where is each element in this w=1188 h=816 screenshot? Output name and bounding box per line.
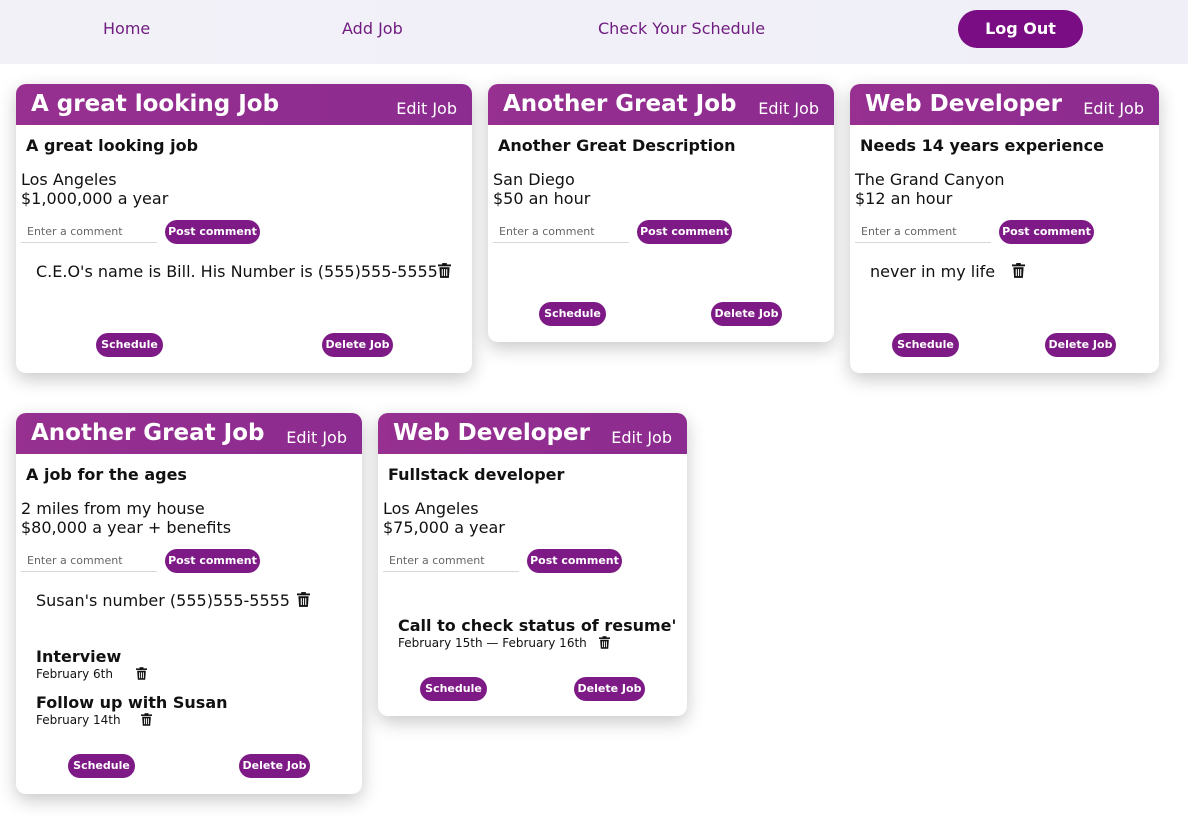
comment-input[interactable] [21, 221, 157, 243]
comment-text: Susan's number (555)555-5555 [36, 591, 290, 610]
delete-job-button[interactable]: Delete Job [574, 677, 645, 701]
trash-icon[interactable] [136, 667, 147, 680]
job-pay: $50 an hour [493, 189, 591, 208]
job-title: Another Great Job [31, 420, 265, 446]
event-title: Interview [36, 647, 122, 666]
job-location: Los Angeles [383, 499, 479, 518]
job-title: A great looking Job [31, 91, 280, 117]
comment-input[interactable] [855, 221, 991, 243]
job-title: Web Developer [393, 420, 590, 446]
post-comment-button[interactable]: Post comment [999, 220, 1094, 244]
job-card: Web Developer Edit Job Needs 14 years ex… [850, 84, 1159, 373]
event-date: February 14th [36, 713, 121, 727]
card-header: Web Developer Edit Job [850, 84, 1159, 125]
job-location: Los Angeles [21, 170, 117, 189]
logout-button[interactable]: Log Out [958, 10, 1083, 48]
event-title: Call to check status of resume' [398, 616, 677, 635]
job-title: Web Developer [865, 91, 1062, 117]
card-header: A great looking Job Edit Job [16, 84, 472, 125]
trash-icon[interactable] [438, 263, 451, 278]
event-date: February 15th — February 16th [398, 636, 587, 650]
job-pay: $12 an hour [855, 189, 953, 208]
job-pay: $75,000 a year [383, 518, 505, 537]
post-comment-button[interactable]: Post comment [165, 549, 260, 573]
delete-job-button[interactable]: Delete Job [711, 302, 782, 326]
trash-icon[interactable] [141, 713, 152, 726]
post-comment-button[interactable]: Post comment [527, 549, 622, 573]
schedule-button[interactable]: Schedule [539, 302, 606, 326]
job-card: Another Great Job Edit Job A job for the… [16, 413, 362, 794]
top-nav: Home Add Job Check Your Schedule Log Out [0, 0, 1188, 64]
edit-job-link[interactable]: Edit Job [1083, 99, 1144, 118]
event-title: Follow up with Susan [36, 693, 228, 712]
job-description: Another Great Description [498, 136, 736, 155]
nav-schedule-link[interactable]: Check Your Schedule [598, 19, 765, 38]
comment-input[interactable] [383, 550, 519, 572]
nav-add-job-link[interactable]: Add Job [342, 19, 403, 38]
job-title: Another Great Job [503, 91, 737, 117]
comment-text: never in my life [870, 262, 996, 281]
job-card: A great looking Job Edit Job A great loo… [16, 84, 472, 373]
edit-job-link[interactable]: Edit Job [286, 428, 347, 447]
schedule-button[interactable]: Schedule [96, 333, 163, 357]
trash-icon[interactable] [297, 592, 310, 607]
schedule-button[interactable]: Schedule [420, 677, 487, 701]
comment-input[interactable] [21, 550, 157, 572]
schedule-button[interactable]: Schedule [892, 333, 959, 357]
delete-job-button[interactable]: Delete Job [322, 333, 393, 357]
job-card: Another Great Job Edit Job Another Great… [488, 84, 834, 342]
post-comment-button[interactable]: Post comment [165, 220, 260, 244]
schedule-button[interactable]: Schedule [68, 754, 135, 778]
nav-home-link[interactable]: Home [103, 19, 150, 38]
job-location: San Diego [493, 170, 575, 189]
job-pay: $1,000,000 a year [21, 189, 169, 208]
job-location: The Grand Canyon [855, 170, 1005, 189]
job-card: Web Developer Edit Job Fullstack develop… [378, 413, 687, 716]
delete-job-button[interactable]: Delete Job [239, 754, 310, 778]
card-header: Web Developer Edit Job [378, 413, 687, 454]
event-date: February 6th [36, 667, 113, 681]
job-location: 2 miles from my house [21, 499, 205, 518]
post-comment-button[interactable]: Post comment [637, 220, 732, 244]
card-header: Another Great Job Edit Job [488, 84, 834, 125]
delete-job-button[interactable]: Delete Job [1045, 333, 1116, 357]
job-description: A job for the ages [26, 465, 187, 484]
trash-icon[interactable] [599, 636, 610, 649]
edit-job-link[interactable]: Edit Job [396, 99, 457, 118]
comment-text: C.E.O's name is Bill. His Number is (555… [36, 262, 438, 281]
comment-input[interactable] [493, 221, 629, 243]
job-pay: $80,000 a year + benefits [21, 518, 232, 537]
edit-job-link[interactable]: Edit Job [611, 428, 672, 447]
job-description: A great looking job [26, 136, 199, 155]
trash-icon[interactable] [1012, 263, 1025, 278]
edit-job-link[interactable]: Edit Job [758, 99, 819, 118]
card-header: Another Great Job Edit Job [16, 413, 362, 454]
job-description: Fullstack developer [388, 465, 565, 484]
job-description: Needs 14 years experience [860, 136, 1104, 155]
